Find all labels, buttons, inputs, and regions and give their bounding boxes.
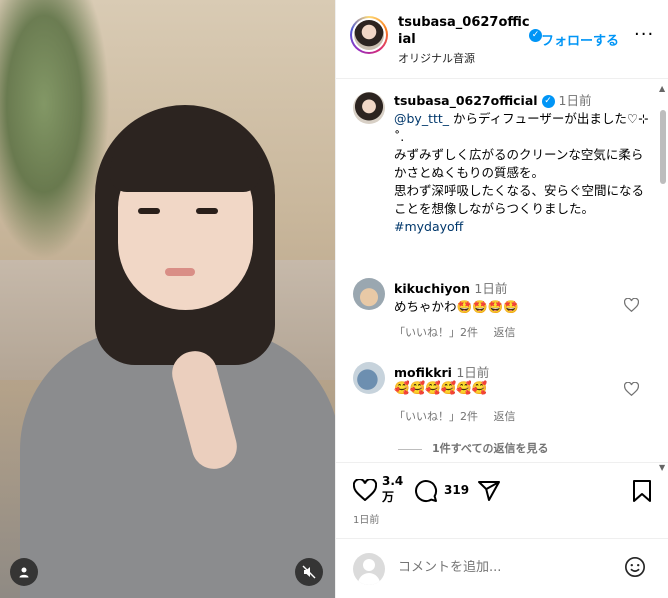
background-plant [0, 0, 110, 260]
author-username[interactable]: tsubasa_0627official [398, 14, 530, 48]
author-username-text[interactable]: tsubasa_0627official [398, 15, 530, 47]
scroll-up-icon[interactable]: ▲ [659, 84, 665, 93]
comments-scrollbar[interactable]: ▲ ▼ [659, 84, 666, 472]
person-lips [165, 268, 195, 276]
caption-time: 1日前 [558, 93, 592, 108]
person-eye-right [196, 208, 218, 214]
heart-icon[interactable] [352, 478, 378, 506]
caption-username[interactable]: tsubasa_0627official [394, 93, 538, 108]
emoji-icon[interactable] [624, 556, 646, 583]
caption-line2: みずみずしく広がるのクリーンな空気に柔らかさとぬくもりの質感を。 [394, 147, 644, 180]
current-user-avatar [353, 553, 385, 585]
comment-text: 🥰🥰🥰🥰🥰🥰 [394, 380, 488, 395]
comment-likes[interactable]: 「いいね！」2件 [394, 410, 478, 423]
comment-reply-button[interactable]: 返信 [494, 326, 516, 339]
comment-meta: 「いいね！」2件 返信 [394, 324, 528, 340]
action-bar: 3.4万 319 1日前 [336, 462, 668, 530]
caption: tsubasa_0627official ✓ 1日前 @by_ttt_ からディ… [394, 92, 654, 236]
user-tag-icon[interactable] [10, 558, 38, 586]
mute-icon[interactable] [295, 558, 323, 586]
audio-label[interactable]: オリジナル音源 [398, 50, 475, 66]
verified-icon: ✓ [541, 95, 555, 108]
caption-line3: 思わず深呼吸したくなる、安らぐ空間になることを想像しながらつくりました。 [394, 183, 645, 216]
scrollbar-thumb[interactable] [660, 110, 666, 184]
bookmark-icon[interactable] [632, 479, 652, 508]
comment-icon[interactable] [414, 479, 438, 508]
comments-section: tsubasa_0627official ✓ 1日前 @by_ttt_ からディ… [336, 80, 668, 462]
comment-input[interactable] [398, 560, 598, 575]
comment-item: kikuchiyon 1日前 めちゃかわ🤩🤩🤩🤩 「いいね！」2件 返信 [336, 278, 656, 348]
post-header: tsubasa_0627official ✓ フォローする オリジナル音源 ··… [336, 0, 668, 79]
author-avatar[interactable] [350, 16, 388, 54]
comment-avatar[interactable] [353, 278, 385, 310]
comment-username-text[interactable]: mofikkri [394, 365, 452, 380]
comments-count[interactable]: 319 [444, 483, 469, 497]
comment-username[interactable]: mofikkri 1日前 [394, 362, 489, 381]
person-eye-left [138, 208, 160, 214]
follow-button[interactable]: フォローする [541, 30, 619, 49]
comment-item: mofikkri 1日前 🥰🥰🥰🥰🥰🥰 「いいね！」2件 返信 [336, 362, 656, 432]
comment-time: 1日前 [474, 281, 508, 296]
comment-username[interactable]: kikuchiyon 1日前 [394, 278, 507, 297]
caption-avatar[interactable] [353, 92, 385, 124]
comment-text: めちゃかわ🤩🤩🤩🤩 [394, 299, 519, 314]
comment-likes[interactable]: 「いいね！」2件 [394, 326, 478, 339]
post-panel: tsubasa_0627official ✓ フォローする オリジナル音源 ··… [335, 0, 668, 598]
comment-reply-button[interactable]: 返信 [494, 410, 516, 423]
post-media[interactable] [0, 0, 335, 598]
comment-meta: 「いいね！」2件 返信 [394, 408, 528, 424]
comment-like-icon[interactable] [623, 381, 640, 400]
caption-mention[interactable]: @by_ttt_ [394, 111, 449, 126]
more-icon[interactable]: ··· [634, 24, 654, 45]
add-comment-bar [336, 538, 668, 598]
view-replies-button[interactable]: 1件すべての返信を見る [398, 440, 548, 456]
share-icon[interactable] [477, 479, 501, 508]
comment-avatar[interactable] [353, 362, 385, 394]
caption-hashtag[interactable]: #mydayoff [394, 219, 463, 234]
comment-like-icon[interactable] [623, 297, 640, 316]
post-date[interactable]: 1日前 [353, 511, 379, 526]
likes-count[interactable]: 3.4万 [382, 473, 403, 505]
comment-time: 1日前 [456, 365, 490, 380]
comment-username-text[interactable]: kikuchiyon [394, 281, 470, 296]
